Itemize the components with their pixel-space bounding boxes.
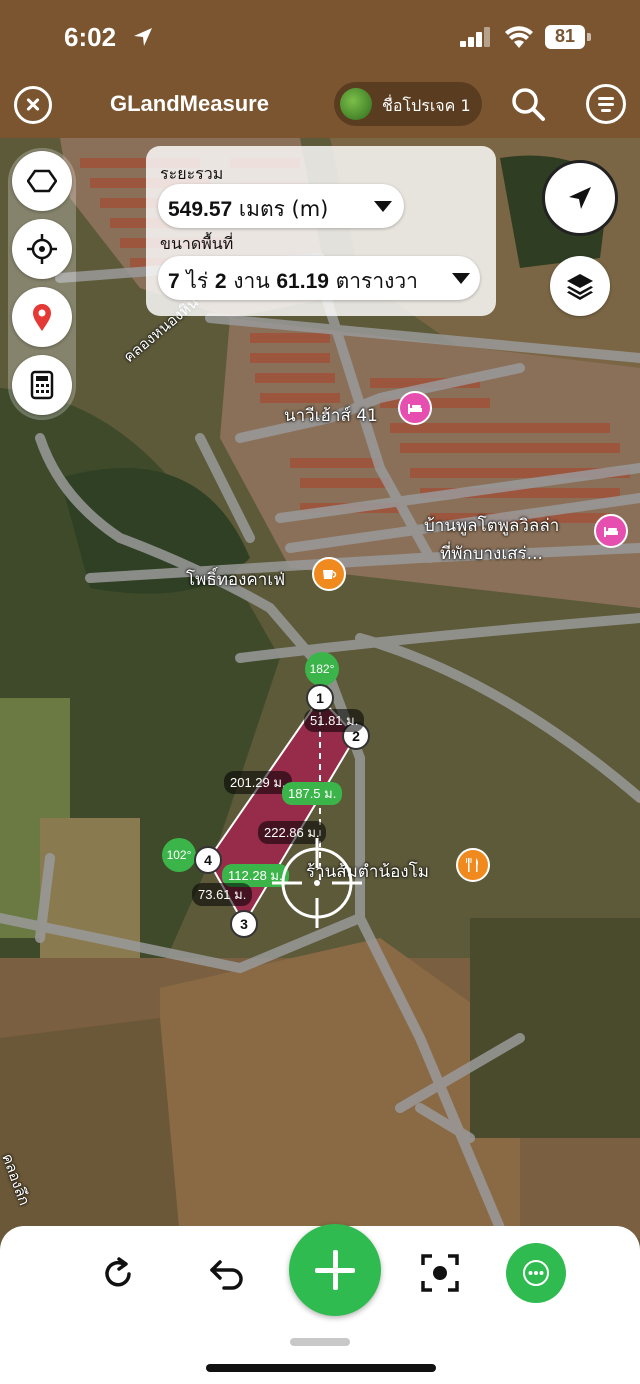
app-title: GLandMeasure <box>110 91 269 116</box>
focus-icon[interactable] <box>420 1253 460 1293</box>
cup-icon <box>323 570 337 579</box>
navigate-button[interactable] <box>542 160 618 236</box>
area-ngan: 2 <box>214 270 227 293</box>
poi-villa-marker[interactable] <box>594 514 628 548</box>
search-icon[interactable] <box>510 86 546 122</box>
pin-icon <box>33 304 51 331</box>
header: GLandMeasure ชื่อโปรเจค 1 <box>0 76 640 138</box>
fork-knife-icon <box>466 858 478 872</box>
location-arrow-icon <box>134 28 152 46</box>
home-indicator[interactable] <box>206 1364 436 1372</box>
area-label: ขนาดพื้นที่ <box>160 234 234 253</box>
calculator-button[interactable] <box>12 355 72 415</box>
cellular-signal-icon <box>460 27 490 47</box>
chevron-down-icon <box>452 273 470 284</box>
navigate-icon <box>569 187 591 209</box>
calculator-icon <box>30 370 54 400</box>
bed-icon <box>604 527 618 537</box>
area-ngan-unit: งาน <box>233 269 270 293</box>
layers-button[interactable] <box>550 256 610 316</box>
more-icon <box>523 1260 549 1286</box>
vertex-marker[interactable]: 3 <box>230 910 258 938</box>
battery-level: 81 <box>554 26 576 46</box>
edge-length-label: 51.81 ม. <box>304 709 365 732</box>
area-wa-unit: ตารางวา <box>335 269 418 293</box>
battery-icon: 81 <box>545 25 591 49</box>
poi-label-villa-sub: ที่พักบางเสร่... <box>440 544 543 564</box>
bottom-toolbar <box>0 1224 640 1384</box>
polygon-icon <box>27 169 57 193</box>
distance-selector[interactable]: 549.57 เมตร (m) <box>158 184 404 228</box>
area-rai: 7 <box>168 270 180 293</box>
poi-label-hotel: นาวีเฮ้าส์ 41 <box>284 406 378 426</box>
poi-label-cafe: โพธิ์ทองคาเฟ่ <box>186 570 286 590</box>
edge-length-label: 73.61 ม. <box>192 883 253 906</box>
locate-button[interactable] <box>12 219 72 279</box>
poi-hotel-marker[interactable] <box>398 391 432 425</box>
polygon-tool-button[interactable] <box>12 151 72 211</box>
wifi-icon <box>505 26 533 48</box>
tool-column <box>8 148 76 420</box>
bed-icon <box>408 404 422 414</box>
undo-icon[interactable] <box>206 1254 246 1294</box>
center-crosshair-icon <box>272 838 362 928</box>
area-selector[interactable]: 7 ไร่ 2 งาน 61.19 ตารางวา <box>158 256 480 300</box>
area-rai-unit: ไร่ <box>186 269 209 293</box>
pin-button[interactable] <box>12 287 72 347</box>
refresh-icon[interactable] <box>98 1254 138 1294</box>
area-value-text: 7 ไร่ 2 งาน 61.19 ตารางวา <box>168 265 418 298</box>
layers-icon <box>567 274 593 300</box>
angle-badge: 102° <box>162 838 196 872</box>
more-button[interactable] <box>506 1243 566 1303</box>
distance-value: 549.57 <box>168 198 233 221</box>
project-thumbnail <box>340 88 372 120</box>
close-icon[interactable] <box>14 86 52 124</box>
sheet-grab-handle[interactable] <box>290 1338 350 1346</box>
poi-cafe-marker[interactable] <box>312 557 346 591</box>
menu-icon[interactable] <box>586 84 626 124</box>
crosshair-icon <box>27 234 57 264</box>
edge-length-label: 187.5 ม. <box>282 782 343 805</box>
area-wa: 61.19 <box>276 270 329 293</box>
poi-label-villa: บ้านพูลโตพูลวิลล่า <box>424 516 560 536</box>
status-bar: 6:02 81 <box>0 0 640 76</box>
vertex-marker[interactable]: 1 <box>306 684 334 712</box>
angle-badge: 182° <box>305 652 339 686</box>
chevron-down-icon <box>374 201 392 212</box>
poi-restaurant-marker[interactable] <box>456 848 490 882</box>
project-selector[interactable]: ชื่อโปรเจค 1 <box>334 82 482 126</box>
distance-value-text: 549.57 เมตร (m) <box>168 193 328 226</box>
vertex-marker[interactable]: 4 <box>194 846 222 874</box>
app-header: 6:02 81 GLandMeasure ชื่อโปรเจค 1 <box>0 0 640 138</box>
distance-unit: เมตร (m) <box>238 197 329 221</box>
measurement-panel: ระยะรวม 549.57 เมตร (m) ขนาดพื้นที่ 7 ไร… <box>146 146 496 316</box>
status-time: 6:02 <box>64 22 117 52</box>
add-point-button[interactable] <box>289 1224 381 1316</box>
project-name: ชื่อโปรเจค 1 <box>382 96 471 115</box>
